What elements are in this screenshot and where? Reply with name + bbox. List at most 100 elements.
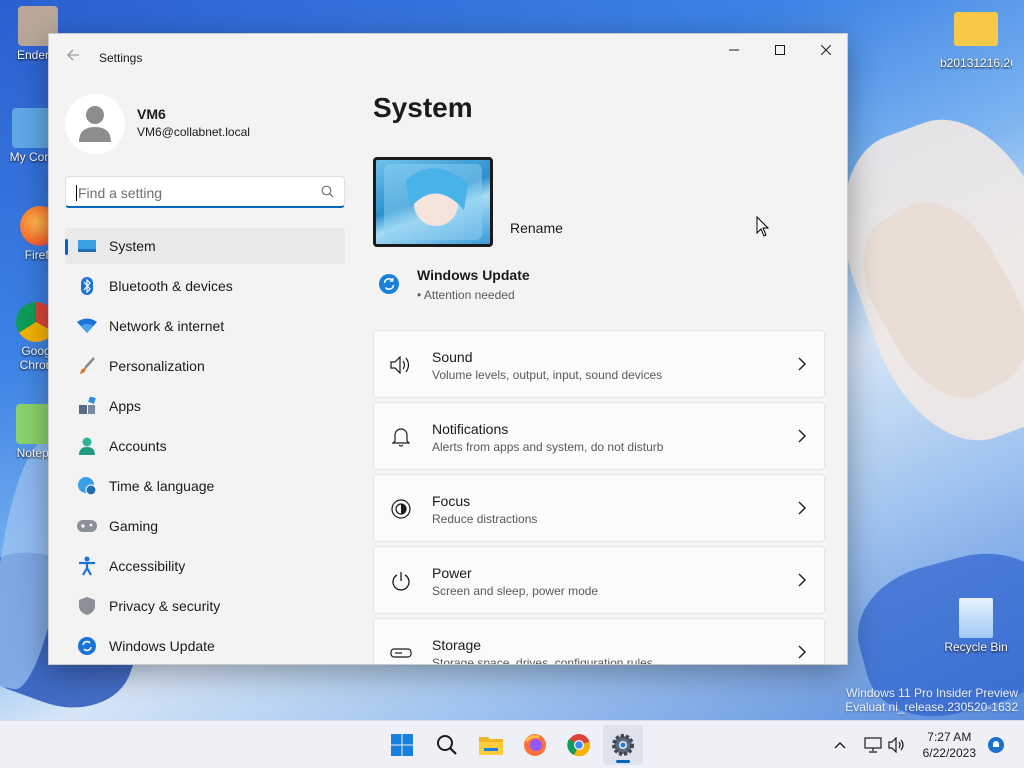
- file-explorer-icon: [479, 737, 503, 755]
- sidebar-item-label: Privacy & security: [109, 598, 221, 614]
- maximize-button[interactable]: [757, 34, 803, 66]
- windows-update-link[interactable]: Windows Update: [417, 267, 530, 283]
- sidebar-item-accounts[interactable]: Accounts: [65, 428, 345, 464]
- close-button[interactable]: [803, 34, 847, 66]
- sidebar-item-label: System: [109, 238, 156, 254]
- bell-icon: [390, 426, 412, 448]
- sidebar-item-network[interactable]: Network & internet: [65, 308, 345, 344]
- sidebar-item-privacy-security[interactable]: Privacy & security: [65, 588, 345, 624]
- show-hidden-icons-button[interactable]: [822, 725, 858, 765]
- chevron-up-icon: [834, 742, 846, 749]
- card-subtitle: Screen and sleep, power mode: [432, 584, 599, 598]
- firefox-icon: [524, 734, 546, 756]
- folder-icon: [954, 12, 998, 46]
- settings-window: Settings VM6 VM6@collabnet.local Find a …: [48, 33, 848, 665]
- taskbar-clock[interactable]: 7:27 AM 6/22/2023: [923, 729, 976, 761]
- chevron-right-icon: [798, 645, 806, 662]
- speaker-icon: [390, 354, 412, 376]
- sidebar-item-gaming[interactable]: Gaming: [65, 508, 345, 544]
- settings-icon: [612, 734, 634, 756]
- sidebar-item-label: Gaming: [109, 518, 159, 534]
- chevron-right-icon: [798, 573, 806, 590]
- profile-name: VM6: [137, 106, 166, 122]
- taskbar: 7:27 AM 6/22/2023: [0, 720, 1024, 768]
- speaker-icon: [888, 737, 904, 753]
- taskbar-settings[interactable]: [603, 725, 643, 765]
- card-subtitle: Alerts from apps and system, do not dist…: [432, 440, 664, 454]
- person-icon: [79, 106, 111, 142]
- sidebar-item-system[interactable]: System: [65, 228, 345, 264]
- card-power[interactable]: Power Screen and sleep, power mode: [373, 546, 825, 614]
- update-status: • Attention needed: [417, 288, 515, 302]
- brush-icon: [77, 356, 97, 376]
- taskbar-chrome[interactable]: [559, 725, 599, 765]
- globe-clock-icon: [77, 476, 97, 496]
- back-arrow-icon[interactable]: [63, 48, 83, 68]
- sidebar-item-label: Bluetooth & devices: [109, 278, 233, 294]
- chevron-right-icon: [798, 429, 806, 446]
- update-icon: [379, 274, 399, 297]
- sidebar-item-time-language[interactable]: Time & language: [65, 468, 345, 504]
- sidebar-item-label: Apps: [109, 398, 141, 414]
- card-subtitle: Reduce distractions: [432, 512, 538, 526]
- power-icon: [390, 570, 412, 592]
- card-notifications[interactable]: Notifications Alerts from apps and syste…: [373, 402, 825, 470]
- sidebar-item-label: Time & language: [109, 478, 215, 494]
- notification-badge-icon: [988, 737, 1004, 753]
- start-icon: [391, 734, 413, 756]
- search-input[interactable]: Find a setting: [65, 176, 345, 208]
- clock-time: 7:27 AM: [927, 730, 972, 744]
- sidebar-item-label: Accounts: [109, 438, 167, 454]
- sidebar-item-label: Personalization: [109, 358, 205, 374]
- update-icon: [77, 636, 97, 656]
- sidebar-nav: System Bluetooth & devices Network & int…: [65, 228, 345, 664]
- taskbar-firefox[interactable]: [515, 725, 555, 765]
- avatar[interactable]: [65, 94, 125, 154]
- recycle-bin-icon: [959, 598, 993, 638]
- sidebar-item-personalization[interactable]: Personalization: [65, 348, 345, 384]
- system-icon: [77, 236, 97, 256]
- text-caret: [76, 185, 77, 201]
- sidebar-item-label: Windows Update: [109, 638, 215, 654]
- card-title: Focus: [432, 493, 471, 509]
- chevron-right-icon: [798, 501, 806, 518]
- card-subtitle: Storage space, drives, configuration rul…: [432, 656, 653, 665]
- desktop-icon-recycle-bin[interactable]: Recycle Bin: [940, 598, 1012, 654]
- search-icon[interactable]: [321, 185, 334, 201]
- settings-cards: Sound Volume levels, output, input, soun…: [373, 330, 825, 665]
- notification-center-button[interactable]: [984, 725, 1008, 765]
- card-title: Notifications: [432, 421, 509, 437]
- sidebar-item-apps[interactable]: Apps: [65, 388, 345, 424]
- page-title: System: [373, 92, 473, 123]
- network-tray-button[interactable]: [860, 725, 886, 765]
- shield-icon: [77, 596, 97, 616]
- desktop-wallpaper-thumbnail: [373, 157, 493, 247]
- rename-link[interactable]: Rename: [510, 220, 563, 236]
- card-focus[interactable]: Focus Reduce distractions: [373, 474, 825, 542]
- card-title: Storage: [432, 637, 482, 653]
- clock-date: 6/22/2023: [922, 746, 976, 760]
- chevron-right-icon: [798, 357, 806, 374]
- search-icon: [437, 735, 457, 755]
- accessibility-icon: [77, 556, 97, 576]
- taskbar-search-button[interactable]: [427, 725, 467, 765]
- card-title: Power: [432, 565, 472, 581]
- sidebar-item-bluetooth[interactable]: Bluetooth & devices: [65, 268, 345, 304]
- volume-tray-button[interactable]: [884, 725, 910, 765]
- mouse-cursor-icon: [756, 215, 770, 241]
- taskbar-file-explorer[interactable]: [471, 725, 511, 765]
- card-sound[interactable]: Sound Volume levels, output, input, soun…: [373, 330, 825, 398]
- chrome-icon: [567, 734, 591, 757]
- start-button[interactable]: [382, 725, 422, 765]
- person-icon: [77, 436, 97, 456]
- title-bar: Settings: [49, 34, 847, 82]
- os-watermark: Windows 11 Pro Insider Preview Evaluat n…: [845, 686, 1018, 714]
- sidebar-item-label: Accessibility: [109, 558, 186, 574]
- card-storage[interactable]: Storage Storage space, drives, configura…: [373, 618, 825, 665]
- storage-icon: [390, 642, 412, 664]
- sidebar-item-windows-update[interactable]: Windows Update: [65, 628, 345, 664]
- minimize-button[interactable]: [711, 34, 757, 66]
- sidebar-item-accessibility[interactable]: Accessibility: [65, 548, 345, 584]
- desktop-icon-folder[interactable]: b20131216.26: [940, 12, 1012, 70]
- wifi-icon: [77, 316, 97, 336]
